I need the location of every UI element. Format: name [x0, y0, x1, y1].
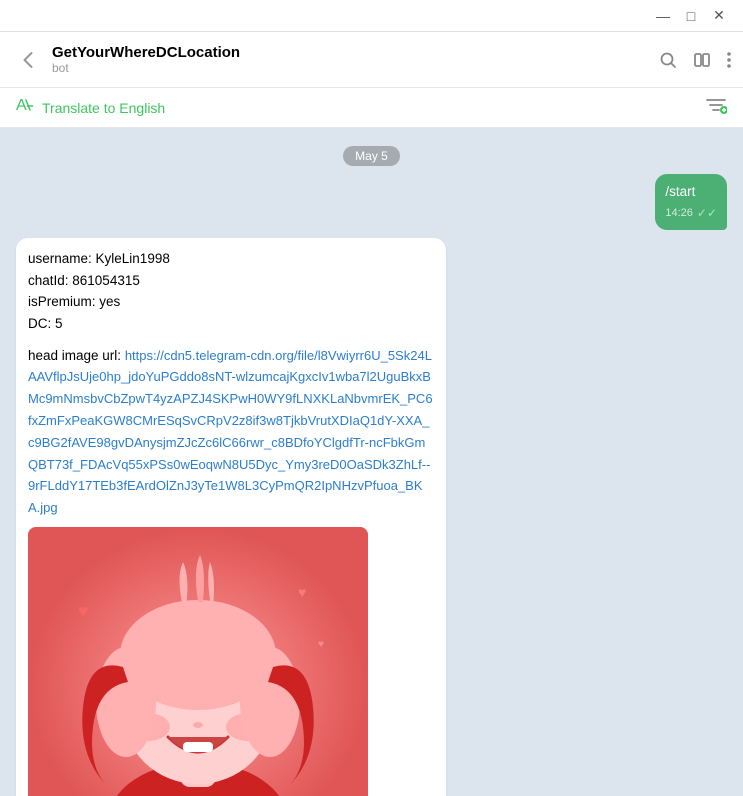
header-info: GetYourWhereDCLocation bot	[52, 44, 659, 75]
translate-button[interactable]: A Translate to English	[16, 96, 165, 119]
outgoing-meta: 14:26 ✓✓	[665, 204, 717, 222]
svg-text:♥: ♥	[298, 584, 306, 600]
chat-subtitle: bot	[52, 61, 659, 75]
minimize-button[interactable]: —	[651, 4, 675, 28]
back-button[interactable]	[12, 44, 44, 76]
date-divider: May 5	[16, 146, 727, 166]
columns-button[interactable]	[693, 51, 711, 69]
title-bar: — □ ✕	[0, 0, 743, 32]
outgoing-bubble: /start 14:26 ✓✓	[655, 174, 727, 230]
outgoing-time: 14:26	[665, 205, 693, 222]
header-actions	[659, 51, 731, 69]
svg-text:♥: ♥	[78, 601, 89, 621]
ispremium-line: isPremium: yes	[28, 291, 434, 313]
chat-image: ♥ ♥ ♥	[28, 527, 368, 796]
username-line: username: KyleLin1998	[28, 248, 434, 270]
close-button[interactable]: ✕	[707, 4, 731, 28]
outgoing-message-row: /start 14:26 ✓✓	[16, 174, 727, 230]
translate-icon: A	[16, 96, 36, 119]
chat-area: May 5 /start 14:26 ✓✓ username: KyleLin1…	[0, 128, 743, 796]
incoming-message-row: username: KyleLin1998 chatId: 861054315 …	[16, 238, 727, 796]
more-button[interactable]	[727, 51, 731, 69]
maximize-button[interactable]: □	[679, 4, 703, 28]
check-icon: ✓✓	[697, 204, 717, 222]
dc-line: DC: 5	[28, 313, 434, 335]
outgoing-text: /start	[665, 184, 695, 199]
translate-label: Translate to English	[42, 100, 165, 116]
chat-header: GetYourWhereDCLocation bot	[0, 32, 743, 88]
search-button[interactable]	[659, 51, 677, 69]
image-url-link[interactable]: https://cdn5.telegram-cdn.org/file/l8Vwi…	[28, 348, 433, 516]
svg-text:A: A	[16, 97, 27, 114]
svg-text:♥: ♥	[318, 639, 324, 650]
filter-button[interactable]	[705, 96, 727, 119]
date-label: May 5	[343, 146, 400, 166]
chat-title: GetYourWhereDCLocation	[52, 44, 659, 61]
translate-bar: A Translate to English	[0, 88, 743, 128]
head-image-label: head image url: https://cdn5.telegram-cd…	[28, 345, 434, 519]
incoming-bubble: username: KyleLin1998 chatId: 861054315 …	[16, 238, 446, 796]
chatid-line: chatId: 861054315	[28, 270, 434, 292]
